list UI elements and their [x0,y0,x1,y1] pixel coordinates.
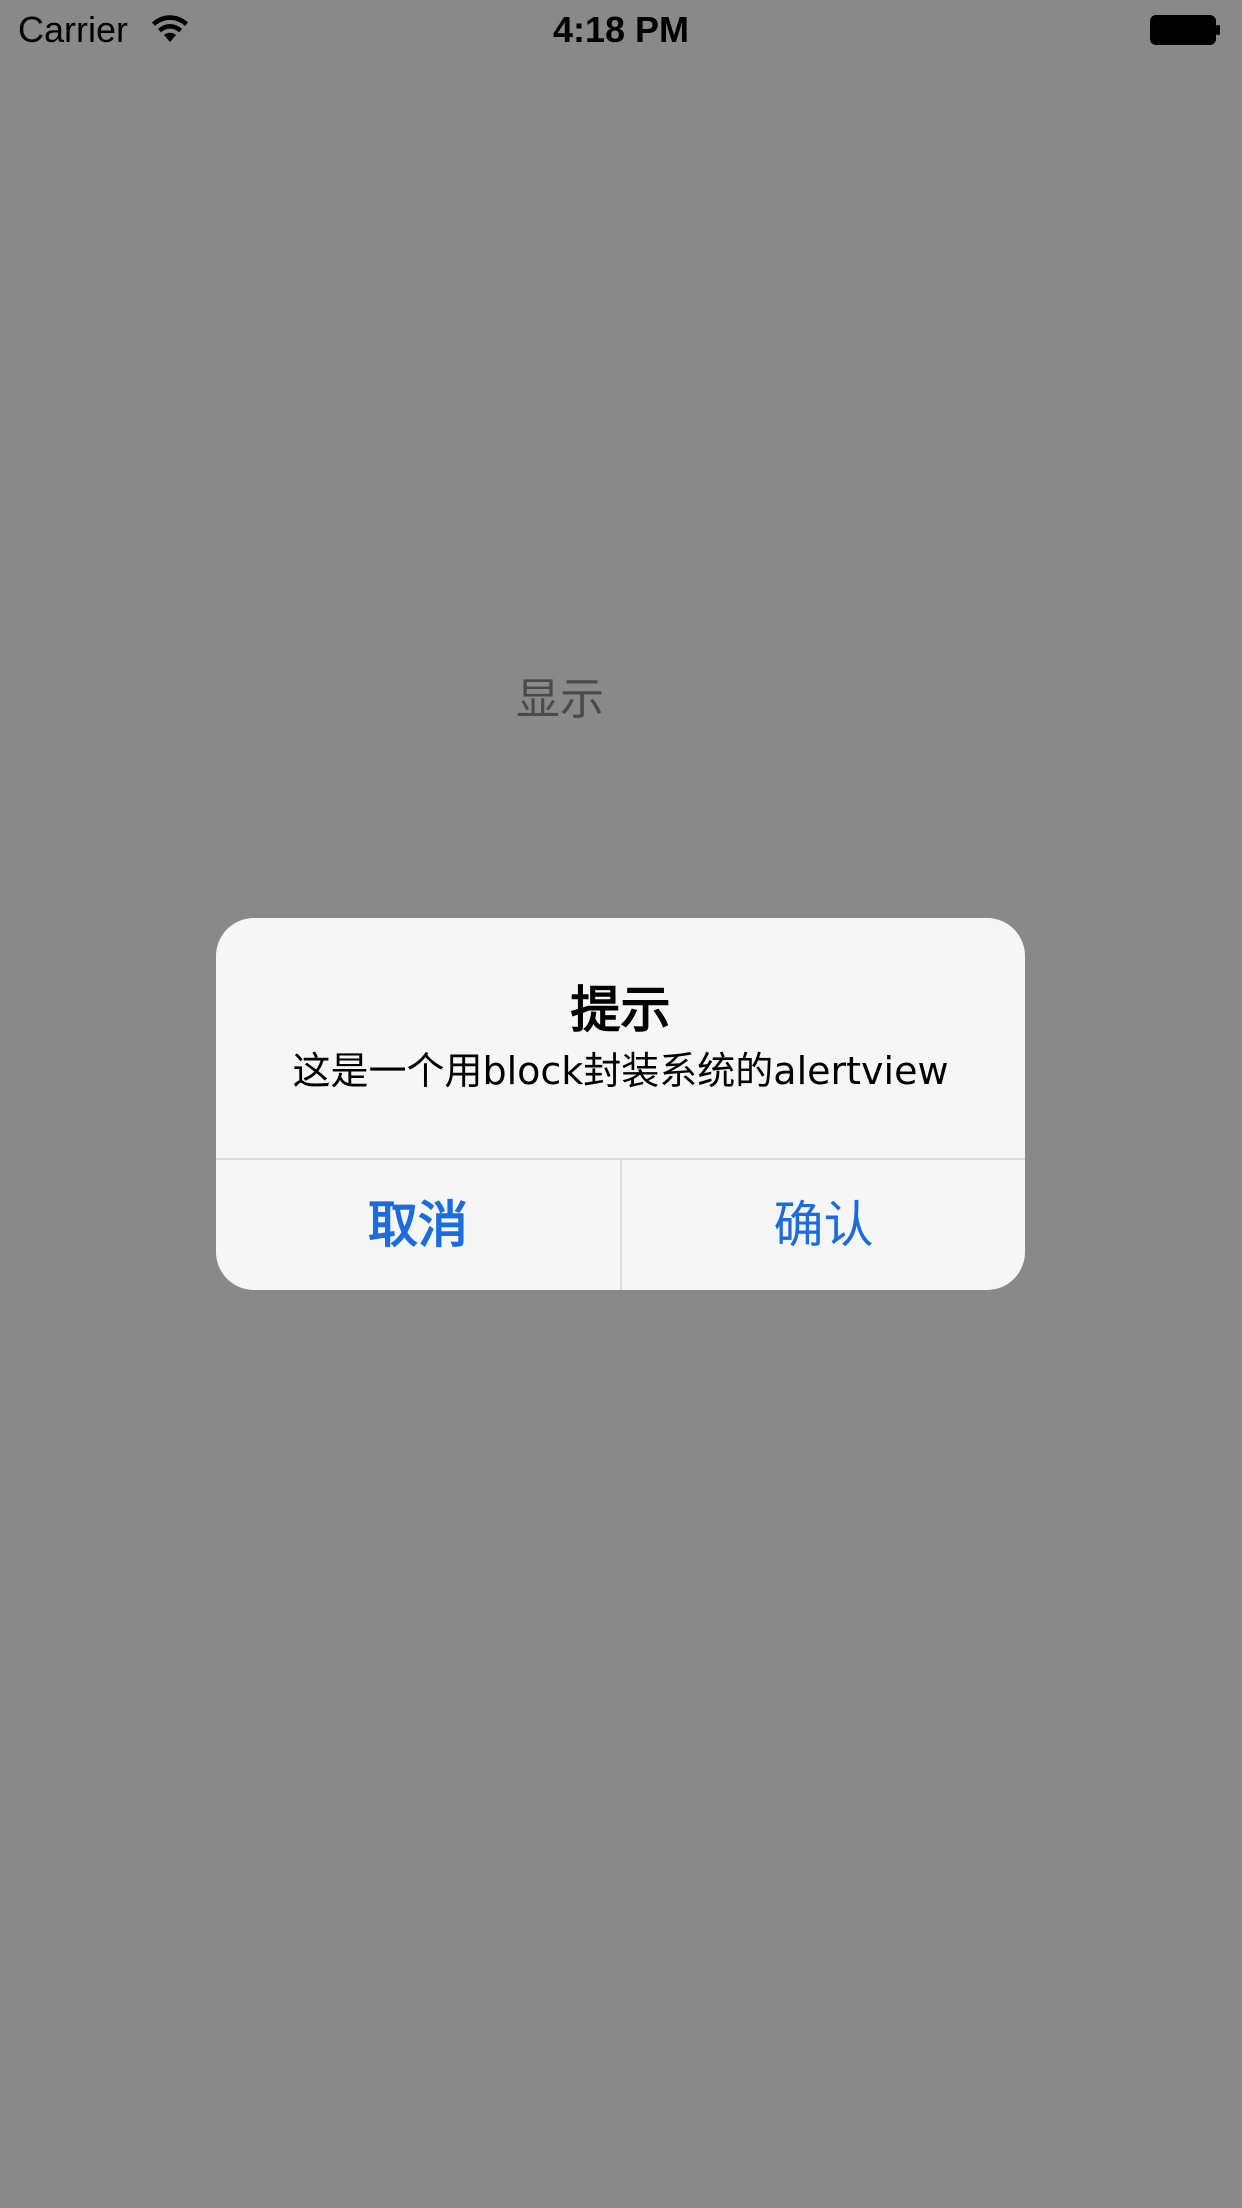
confirm-button[interactable]: 确认 [622,1160,1025,1290]
alert-title: 提示 [570,981,671,1039]
alert-dialog: 提示 这是一个用block封装系统的alertview 取消 确认 [216,918,1025,1290]
battery-icon [1150,15,1220,45]
status-bar: Carrier 4:18 PM [0,0,1242,60]
cancel-button[interactable]: 取消 [216,1160,620,1290]
show-alert-button[interactable]: 显示 [500,670,620,730]
status-time: 4:18 PM [552,9,690,50]
alert-message: 这是一个用block封装系统的alertview [292,1049,949,1093]
